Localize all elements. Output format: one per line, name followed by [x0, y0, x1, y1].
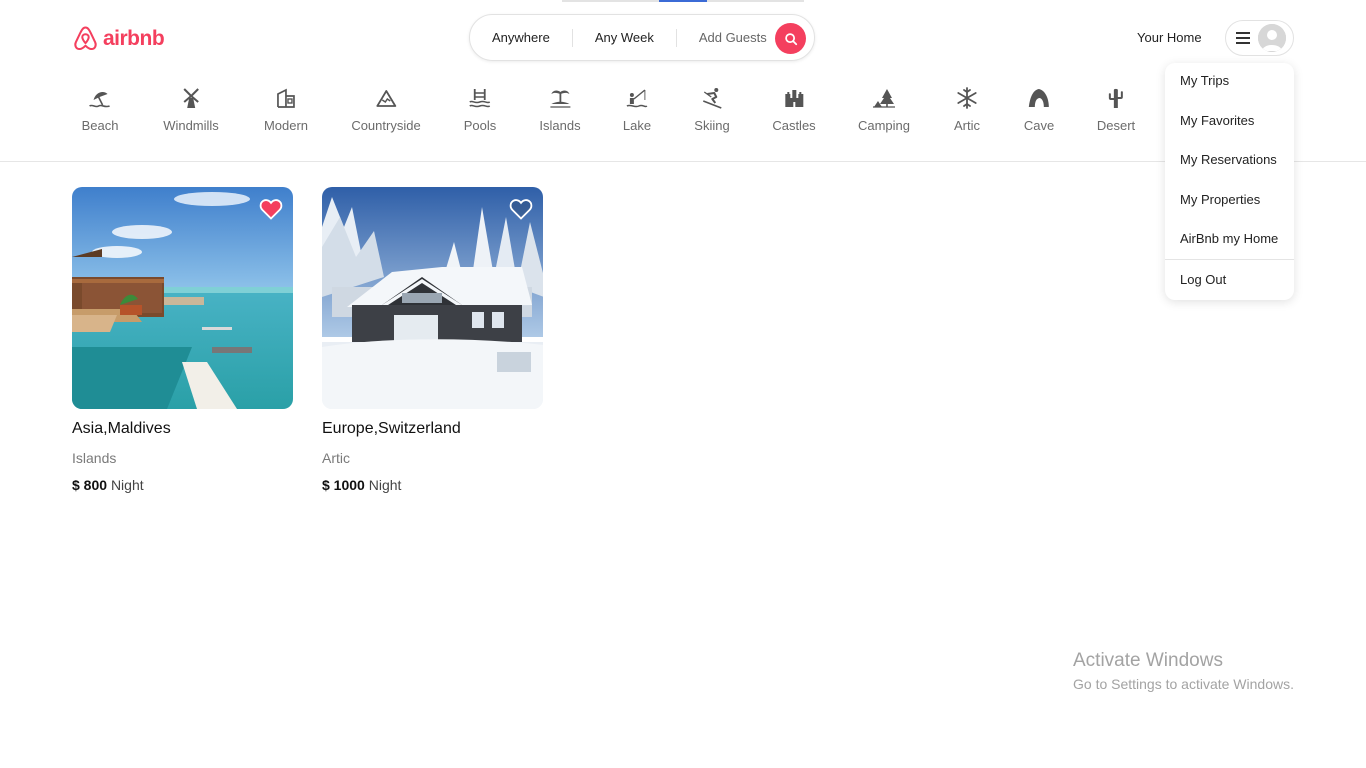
category-countryside[interactable]: Countryside [351, 86, 421, 133]
watermark-title: Activate Windows [1073, 650, 1223, 671]
category-label: Islands [539, 118, 581, 133]
category-bar: Beach Windmills Modern Countryside Pools… [0, 76, 1366, 162]
listing-location: Europe,Switzerland [322, 420, 461, 437]
category-label: Desert [1096, 118, 1136, 133]
windows-activation-watermark: Activate Windows Go to Settings to activ… [1073, 650, 1294, 692]
listing-price-unit: Night [368, 477, 402, 493]
maldives-photo [72, 187, 293, 409]
search-icon [784, 32, 797, 45]
airbnb-logo-icon [74, 26, 97, 51]
category-cave[interactable]: Cave [1024, 86, 1054, 133]
category-label: Camping [857, 118, 911, 133]
menu-item-log-out[interactable]: Log Out [1180, 272, 1226, 287]
category-label: Windmills [163, 118, 219, 133]
switzerland-photo [322, 187, 543, 409]
category-label: Countryside [351, 118, 421, 133]
category-label: Cave [1023, 118, 1055, 133]
airbnb-logo[interactable]: airbnb [72, 24, 165, 53]
skiing-icon [702, 88, 722, 109]
category-pools[interactable]: Pools [463, 86, 497, 133]
category-label: Skiing [694, 118, 730, 133]
category-artic[interactable]: Artic [954, 86, 980, 133]
listing-category: Islands [72, 450, 117, 466]
category-castles[interactable]: Castles [772, 86, 816, 133]
snowflake-icon [957, 87, 977, 109]
listing-card[interactable]: Europe,Switzerland Artic $ 1000 Night [322, 187, 543, 493]
menu-item-my-trips[interactable]: My Trips [1180, 73, 1229, 88]
modern-building-icon [277, 88, 295, 108]
search-any-week[interactable]: Any Week [573, 29, 676, 47]
category-label: Modern [263, 118, 309, 133]
listing-price-unit: Night [110, 477, 144, 493]
search-bar[interactable]: Anywhere Any Week Add Guests [469, 14, 815, 61]
category-windmills[interactable]: Windmills [163, 86, 219, 133]
category-modern[interactable]: Modern [264, 86, 308, 133]
listing-price: $ 800 [72, 477, 108, 493]
camping-icon [873, 89, 895, 108]
category-label: Lake [622, 118, 652, 133]
windmill-icon [183, 88, 199, 108]
mountain-icon [376, 90, 396, 107]
category-label: Artic [954, 118, 980, 133]
category-lake[interactable]: Lake [623, 86, 651, 133]
listing-card[interactable]: Asia,Maldives Islands $ 800 Night [72, 187, 293, 493]
user-menu-button[interactable] [1225, 20, 1294, 56]
heart-icon[interactable] [259, 198, 283, 220]
listing-price-row: $ 800 Night [72, 477, 293, 493]
listing-photo-maldives[interactable] [72, 187, 293, 409]
category-label: Castles [772, 118, 816, 133]
pool-icon [469, 89, 491, 108]
search-button[interactable] [775, 23, 806, 54]
menu-item-my-properties[interactable]: My Properties [1180, 192, 1260, 207]
heart-outline-icon[interactable] [509, 198, 533, 220]
menu-item-airbnb-my-home[interactable]: AirBnb my Home [1180, 231, 1278, 246]
your-home-link[interactable]: Your Home [1137, 30, 1202, 45]
menu-item-my-favorites[interactable]: My Favorites [1180, 113, 1254, 128]
user-dropdown-menu: My Trips My Favorites My Reservations My… [1165, 63, 1294, 300]
menu-item-my-reservations[interactable]: My Reservations [1180, 152, 1277, 167]
listing-category: Artic [322, 450, 350, 466]
hamburger-icon [1236, 32, 1250, 44]
watermark-subtitle: Go to Settings to activate Windows. [1073, 676, 1294, 692]
category-label: Beach [81, 118, 119, 133]
category-skiing[interactable]: Skiing [694, 86, 730, 133]
brand-name: airbnb [103, 26, 165, 50]
castle-icon [784, 90, 803, 107]
search-add-guests[interactable]: Add Guests [677, 29, 789, 47]
listing-price-row: $ 1000 Night [322, 477, 543, 493]
user-avatar-icon [1258, 24, 1286, 52]
listing-location: Asia,Maldives [72, 420, 171, 437]
category-islands[interactable]: Islands [539, 86, 581, 133]
listing-price: $ 1000 [322, 477, 365, 493]
cave-icon [1028, 89, 1049, 107]
beach-icon [89, 92, 111, 108]
navbar: airbnb Anywhere Any Week Add Guests Your… [0, 0, 1366, 76]
category-beach[interactable]: Beach [81, 86, 119, 133]
fishing-icon [626, 89, 648, 108]
listing-photo-switzerland[interactable] [322, 187, 543, 409]
category-desert[interactable]: Desert [1097, 86, 1135, 133]
category-label: Pools [463, 118, 497, 133]
search-anywhere[interactable]: Anywhere [470, 29, 572, 47]
cactus-icon [1108, 88, 1123, 108]
category-camping[interactable]: Camping [858, 86, 910, 133]
menu-divider [1165, 259, 1294, 260]
avatar [1258, 24, 1286, 52]
island-icon [549, 90, 570, 108]
